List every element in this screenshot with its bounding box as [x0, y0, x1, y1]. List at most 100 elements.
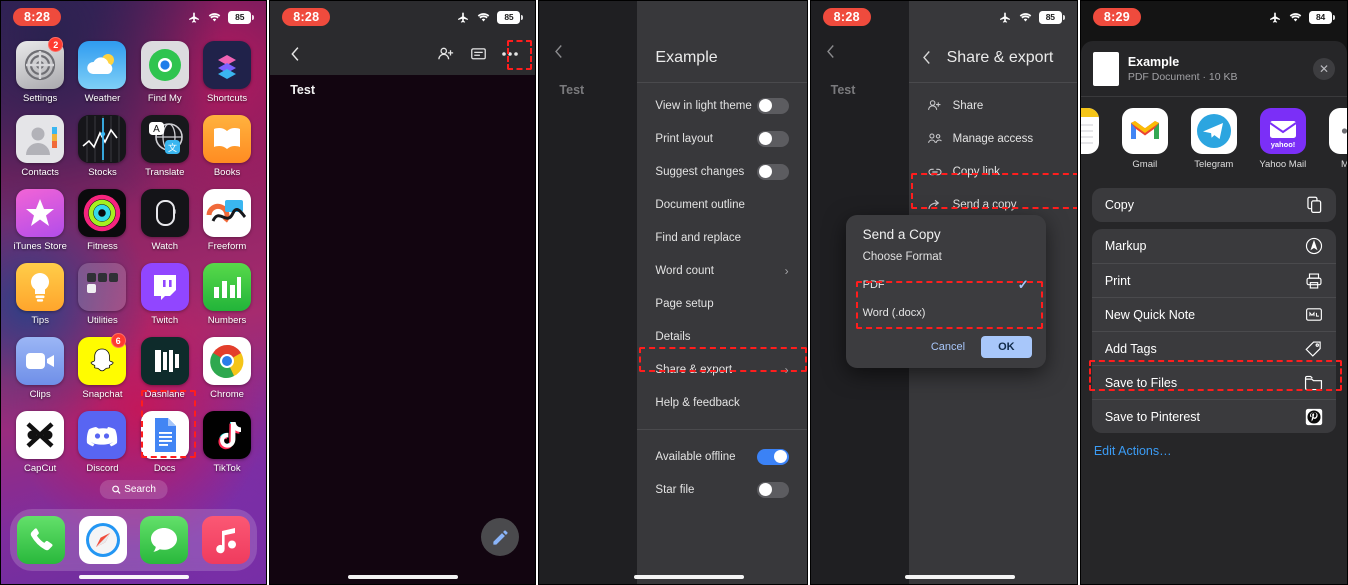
app-label: Clips: [29, 389, 51, 400]
menu-item-label: Find and replace: [655, 231, 742, 244]
share-app-gmail[interactable]: Gmail: [1116, 108, 1174, 170]
add-person-icon[interactable]: [433, 41, 459, 67]
menu-item-help-feedback[interactable]: Help & feedback: [637, 386, 806, 419]
dialog-layer: Send a Copy Choose Format PDF ✓ Word (.d…: [811, 1, 1077, 584]
app-label: Freeform: [207, 241, 247, 252]
battery-indicator: 85: [1038, 10, 1065, 24]
toggle-view-light-theme[interactable]: [756, 97, 789, 114]
share-app-label: Yahoo Mail: [1259, 159, 1307, 170]
menu-item-document-outline[interactable]: Document outline: [637, 188, 806, 221]
dock-item-music[interactable]: [202, 516, 251, 564]
search-button[interactable]: Search: [99, 480, 168, 499]
notes-icon: [1080, 108, 1099, 154]
discord-icon: [78, 411, 127, 459]
toggle-suggest-changes[interactable]: [756, 163, 789, 180]
safari-icon: [85, 523, 120, 557]
share-app-telegram[interactable]: Telegram: [1185, 108, 1243, 170]
menu-item-available-offline[interactable]: Available offline: [637, 440, 806, 473]
back-chevron-icon[interactable]: [553, 43, 565, 65]
app-stocks[interactable]: Stocks: [71, 115, 133, 178]
home-indicator: [78, 575, 189, 579]
dialog-title: Send a Copy: [862, 227, 941, 242]
share-action-copy[interactable]: Copy: [1092, 188, 1336, 222]
share-action-label: Print: [1104, 273, 1131, 288]
app-numbers[interactable]: Numbers: [196, 263, 258, 326]
file-thumbnail: [1092, 52, 1119, 86]
back-chevron-icon[interactable]: [282, 41, 308, 67]
home-indicator: [634, 575, 744, 579]
app-capcut[interactable]: CapCut: [9, 411, 71, 474]
status-bar-2: 8:28 85: [270, 1, 536, 33]
app-weather[interactable]: Weather: [71, 41, 133, 104]
share-app-yahoo-mail[interactable]: yahoo! Yahoo Mail: [1254, 108, 1312, 170]
menu-item-find-and-replace[interactable]: Find and replace: [637, 221, 806, 254]
app-docs[interactable]: Docs: [134, 411, 196, 474]
music-icon: [216, 528, 237, 554]
share-action-label: Markup: [1104, 239, 1147, 253]
app-fitness[interactable]: Fitness: [71, 189, 133, 252]
menu-item-star-file[interactable]: Star file: [637, 473, 806, 506]
dialog-option-pdf[interactable]: PDF ✓: [846, 271, 1046, 299]
app-clips[interactable]: Clips: [9, 337, 71, 400]
document-body-text[interactable]: Test: [290, 83, 315, 97]
share-app-notes[interactable]: s: [1080, 108, 1105, 170]
app-shortcuts[interactable]: Shortcuts: [196, 41, 258, 104]
chevron-right-icon: ›: [784, 362, 789, 377]
dialog-subtitle: Choose Format: [862, 251, 942, 263]
toggle-print-layout[interactable]: [756, 130, 789, 147]
print-icon: [1305, 272, 1323, 290]
app-utilities-folder[interactable]: Utilities: [71, 263, 133, 326]
menu-item-word-count[interactable]: Word count ›: [637, 254, 806, 287]
app-settings[interactable]: 2 Settings: [9, 37, 71, 104]
menu-item-view-light-theme[interactable]: View in light theme: [637, 89, 806, 122]
ok-button[interactable]: OK: [981, 336, 1032, 358]
menu-item-page-setup[interactable]: Page setup: [637, 287, 806, 320]
toggle-available-offline[interactable]: [756, 448, 789, 465]
dock-item-messages[interactable]: [140, 516, 189, 564]
airplane-icon: [189, 11, 200, 23]
status-clock: 8:28: [282, 8, 331, 26]
app-find-my[interactable]: Find My: [134, 41, 196, 104]
file-meta: PDF Document · 10 KB: [1127, 71, 1238, 84]
app-contacts[interactable]: Contacts: [9, 115, 71, 178]
app-watch[interactable]: Watch: [134, 189, 196, 252]
app-tiktok[interactable]: TikTok: [196, 411, 258, 474]
share-app-more[interactable]: More: [1323, 108, 1348, 170]
menu-item-suggest-changes[interactable]: Suggest changes: [637, 155, 806, 188]
close-icon[interactable]: ✕: [1313, 58, 1336, 80]
comment-icon[interactable]: [465, 41, 491, 67]
edit-actions-link[interactable]: Edit Actions…: [1081, 433, 1347, 458]
app-chrome[interactable]: Chrome: [196, 337, 258, 400]
app-label: Watch: [151, 241, 179, 252]
app-twitch[interactable]: Twitch: [134, 263, 196, 326]
home-indicator: [347, 575, 458, 579]
app-dashlane[interactable]: Dashlane: [134, 337, 196, 400]
app-label: Docs: [153, 463, 176, 474]
app-itunes-store[interactable]: iTunes Store: [9, 189, 71, 252]
app-books[interactable]: Books: [196, 115, 258, 178]
more-overflow-icon[interactable]: [497, 41, 523, 67]
app-discord[interactable]: Discord: [71, 411, 133, 474]
menu-item-share-export[interactable]: Share & export ›: [637, 353, 806, 386]
dialog-option-word[interactable]: Word (.docx): [846, 299, 1046, 327]
menu-item-print-layout[interactable]: Print layout: [637, 122, 806, 155]
menu-item-details[interactable]: Details: [637, 320, 806, 353]
cancel-button[interactable]: Cancel: [925, 337, 971, 357]
share-action-save-to-pinterest[interactable]: Save to Pinterest: [1091, 399, 1337, 433]
app-translate[interactable]: A文 Translate: [134, 115, 196, 178]
app-freeform[interactable]: Freeform: [196, 189, 258, 252]
share-action-new-quick-note[interactable]: New Quick Note: [1091, 297, 1337, 331]
tiktok-icon: [203, 411, 252, 459]
dock-item-phone[interactable]: [16, 516, 65, 564]
share-action-add-tags[interactable]: Add Tags: [1091, 331, 1337, 365]
svg-text:文: 文: [168, 142, 177, 153]
dialog-option-label: PDF: [862, 279, 885, 291]
share-action-markup[interactable]: Markup: [1092, 229, 1336, 263]
share-action-print[interactable]: Print: [1091, 263, 1337, 297]
dock-item-safari[interactable]: [78, 516, 127, 564]
toggle-star-file[interactable]: [756, 481, 789, 498]
share-action-save-to-files[interactable]: Save to Files: [1091, 365, 1337, 399]
app-snapchat[interactable]: 6 Snapchat: [71, 333, 133, 400]
app-label: Contacts: [21, 167, 59, 178]
app-tips[interactable]: Tips: [9, 263, 71, 326]
